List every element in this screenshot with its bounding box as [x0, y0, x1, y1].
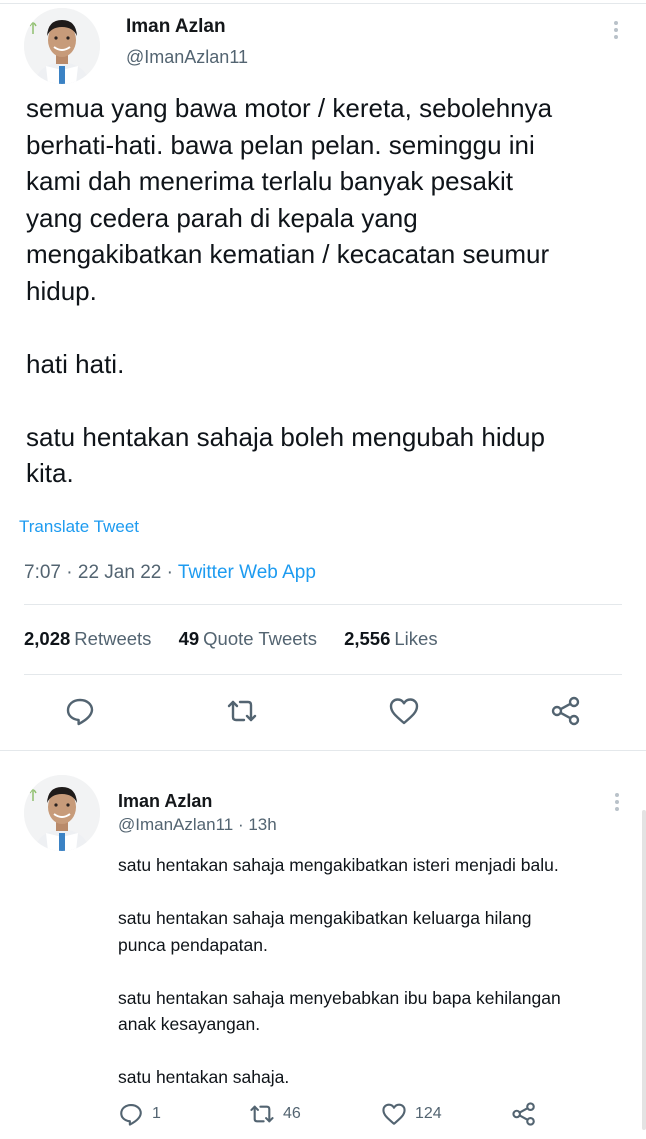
retweet-button[interactable]: 46: [249, 1101, 301, 1127]
tweet-text: semua yang bawa motor / kereta, sebolehn…: [26, 90, 626, 492]
tweet-time[interactable]: 7:07: [24, 562, 61, 583]
retweets-label: Retweets: [74, 628, 152, 649]
likes-count: 2,556: [344, 628, 391, 649]
retweet-icon[interactable]: [226, 695, 258, 727]
reply-action-bar: 1 46 124: [0, 1101, 646, 1129]
tweet-paragraph: semua yang bawa motor / kereta, sebolehn…: [26, 93, 553, 306]
author-handle[interactable]: @ImanAzlan11: [118, 815, 233, 834]
section-divider: [0, 750, 646, 751]
heart-icon: [382, 1103, 406, 1125]
tweet-date[interactable]: 22 Jan 22: [78, 562, 161, 583]
share-button[interactable]: [511, 1101, 537, 1127]
retweet-icon: [250, 1105, 274, 1123]
heart-icon[interactable]: [388, 695, 420, 727]
tweet-source-link[interactable]: Twitter Web App: [178, 562, 316, 583]
tweet-detail-page: Iman Azlan @ImanAzlan11 semua yang bawa …: [0, 0, 646, 1139]
more-vertical-icon[interactable]: [608, 18, 624, 42]
avatar[interactable]: [24, 8, 100, 84]
quote-tweets-label: Quote Tweets: [203, 628, 317, 649]
translate-tweet-link[interactable]: Translate Tweet: [19, 517, 139, 537]
author-handle-line: @ImanAzlan11 · 13h: [118, 815, 277, 834]
reply-button[interactable]: 1: [118, 1101, 161, 1127]
reply-count: 1: [152, 1105, 161, 1122]
tweet-paragraph: satu hentakan sahaja boleh mengubah hidu…: [26, 421, 545, 489]
divider: [24, 604, 622, 605]
retweet-count: 46: [283, 1105, 301, 1122]
author-name[interactable]: Iman Azlan: [126, 16, 226, 38]
top-divider: [0, 3, 646, 4]
quote-tweets-count: 49: [178, 628, 200, 649]
avatar[interactable]: [24, 775, 100, 851]
more-vertical-icon[interactable]: [609, 790, 625, 814]
like-count: 124: [415, 1105, 442, 1122]
quote-tweets-stat[interactable]: 49 Quote Tweets: [179, 628, 317, 650]
likes-stat[interactable]: 2,556 Likes: [344, 628, 438, 650]
share-icon[interactable]: [550, 695, 582, 727]
reply-icon: [120, 1104, 142, 1126]
tweet-paragraph: satu hentakan sahaja menyebabkan ibu bap…: [118, 987, 561, 1035]
likes-label: Likes: [394, 628, 438, 649]
divider: [24, 674, 622, 675]
author-handle[interactable]: @ImanAzlan11: [126, 47, 248, 68]
retweets-count: 2,028: [24, 628, 71, 649]
author-name[interactable]: Iman Azlan: [118, 791, 212, 812]
reply-icon[interactable]: [64, 695, 96, 727]
tweet-paragraph: satu hentakan sahaja.: [118, 1067, 290, 1087]
like-button[interactable]: 124: [381, 1101, 442, 1127]
tweet-metadata: 7:07 · 22 Jan 22 · Twitter Web App: [24, 562, 316, 583]
tweet-paragraph: satu hentakan sahaja mengakibatkan ister…: [118, 855, 559, 875]
tweet-action-bar: [0, 695, 646, 731]
reply-tweet-text: satu hentakan sahaja mengakibatkan ister…: [118, 852, 638, 1091]
tweet-age[interactable]: 13h: [248, 815, 276, 834]
retweets-stat[interactable]: 2,028 Retweets: [24, 628, 151, 650]
tweet-paragraph: hati hati.: [26, 348, 125, 379]
tweet-stats: 2,028 Retweets 49 Quote Tweets 2,556 Likes: [24, 628, 460, 650]
scrollbar[interactable]: [642, 810, 646, 1130]
tweet-paragraph: satu hentakan sahaja mengakibatkan kelua…: [118, 908, 532, 955]
share-icon: [512, 1102, 535, 1126]
